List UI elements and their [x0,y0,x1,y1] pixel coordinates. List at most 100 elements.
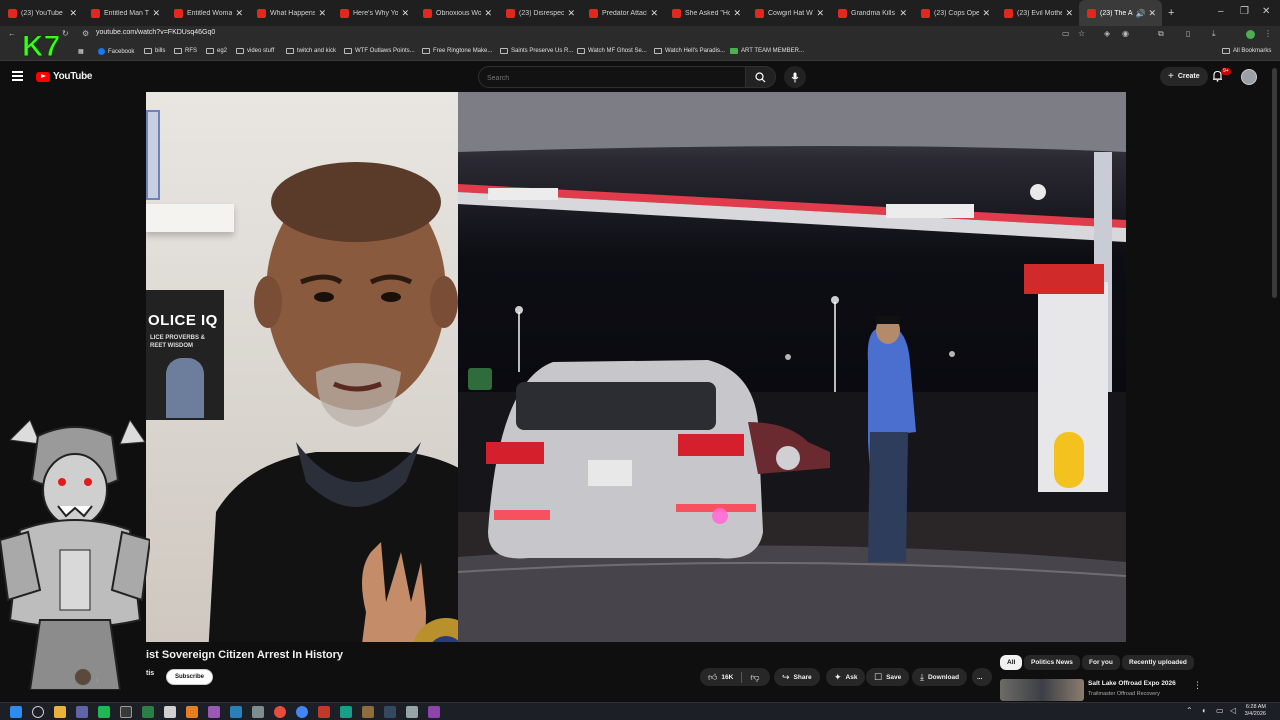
tray-chevron-icon[interactable]: ⌃ [1186,706,1193,715]
app-icon[interactable] [142,706,154,718]
chrome-icon[interactable] [296,706,308,718]
browser-tab[interactable]: Cowgirl Hat Wom✕ [747,0,830,26]
channel-avatar[interactable] [74,668,92,686]
close-tab-icon[interactable]: ✕ [733,8,741,19]
site-info-icon[interactable]: ⚙ [82,29,89,38]
browser-tab[interactable]: Obnoxious Woma✕ [415,0,498,26]
app-icon[interactable] [318,706,330,718]
close-tab-icon[interactable]: ✕ [650,8,658,19]
dislike-button[interactable]: 👎︎ [742,668,767,686]
recommendation-thumbnail[interactable] [1000,679,1084,701]
browser-tab[interactable]: (23) YouTube ✕ [0,0,83,26]
browser-tab-active[interactable]: (23) The Abs🔊✕ [1079,0,1162,26]
browser-tab[interactable]: Predator Attacks✕ [581,0,664,26]
bookmark-item[interactable]: Saints Preserve Us R... [500,48,573,54]
more-actions-button[interactable]: ... [972,668,992,686]
volume-icon[interactable]: ◁ [1230,706,1236,715]
tray-icon[interactable]: ◐ [1202,706,1207,715]
browser-tab[interactable]: What Happens W✕ [249,0,332,26]
download-button[interactable]: ⤓ Download [912,668,968,686]
extension-icon[interactable]: ◉ [1122,29,1129,38]
browser-tab[interactable]: Grandma Kills 67✕ [830,0,913,26]
app-icon[interactable] [120,706,132,718]
browser-tab[interactable]: Entitled Woman S✕ [166,0,249,26]
like-button[interactable]: 👍︎ 16K [700,668,741,686]
app-icon[interactable] [230,706,242,718]
kebab-menu-icon[interactable]: ⋮ [1264,29,1272,38]
firefox-icon[interactable] [274,706,286,718]
new-tab-button[interactable]: + [1162,0,1184,26]
close-window-icon[interactable]: ✕ [1262,6,1270,17]
back-icon[interactable]: ← [8,29,16,38]
channel-name[interactable]: tis [146,670,154,677]
app-icon[interactable] [428,706,440,718]
extension-icon[interactable]: ◈ [1104,29,1110,38]
app-icon[interactable] [384,706,396,718]
recommendation-title[interactable]: Salt Lake Offroad Expo 2026 [1088,680,1176,687]
bookmark-item[interactable]: twitch and kick [286,48,336,54]
ask-button[interactable]: ✦ Ask [826,668,866,686]
close-tab-icon[interactable]: ✕ [69,8,77,19]
minimize-icon[interactable]: – [1218,6,1224,17]
close-tab-icon[interactable]: ✕ [1065,8,1073,19]
bookmark-star-icon[interactable]: ☆ [1078,29,1085,38]
sidepanel-icon[interactable]: ▯ [1186,29,1190,38]
bookmark-item[interactable]: bills [144,48,165,54]
account-avatar[interactable] [1241,69,1257,85]
browser-tab[interactable]: Entitled Man Turns✕ [83,0,166,26]
chip-politics-news[interactable]: Politics News [1024,655,1080,670]
bookmark-item[interactable]: eg2 [206,48,227,54]
bookmark-item[interactable]: video stuff [236,48,274,54]
bookmark-item[interactable]: Free Ringtone Make... [422,48,492,54]
browser-tab[interactable]: Here's Why You D✕ [332,0,415,26]
chip-recently-uploaded[interactable]: Recently uploaded [1122,655,1194,670]
app-icon[interactable] [76,706,88,718]
close-tab-icon[interactable]: ✕ [816,8,824,19]
recommendation-channel[interactable]: Trailmaster Offroad Recovery [1088,691,1160,697]
network-icon[interactable]: ▭ [1216,706,1224,715]
search-input[interactable] [487,75,727,82]
download-icon[interactable]: ⤓ [1212,29,1216,39]
video-player[interactable]: OLICE IQ LICE PROVERBS & REET WISDOM [146,92,1126,642]
close-tab-icon[interactable]: ✕ [899,8,907,19]
bookmark-item[interactable]: Facebook [98,48,134,55]
close-tab-icon[interactable]: ✕ [982,8,990,19]
recommendation-more-icon[interactable]: ⋮ [1193,680,1202,691]
bookmark-item[interactable]: ART TEAM MEMBER... [730,48,804,54]
browser-tab[interactable]: (23) Cops Open ✕ [913,0,996,26]
settings-icon[interactable] [406,706,418,718]
app-icon[interactable] [252,706,264,718]
app-icon[interactable] [186,706,198,718]
bookmark-item[interactable]: Watch MF Ghost Se... [577,48,647,54]
browser-tab[interactable]: (23) Evil Mother ✕ [996,0,1079,26]
apps-grid-icon[interactable]: ▦ [78,48,84,55]
bookmark-item[interactable]: WTF Outlaws Points... [344,48,415,54]
search-button[interactable] [746,66,776,88]
browser-tab[interactable]: She Asked "How✕ [664,0,747,26]
maximize-icon[interactable]: ❐ [1240,6,1249,17]
close-tab-icon[interactable]: ✕ [567,8,575,19]
voice-search-button[interactable] [784,66,806,88]
app-icon[interactable] [208,706,220,718]
hamburger-menu-icon[interactable] [12,71,23,81]
speaker-icon[interactable]: 🔊 [1135,9,1145,18]
youtube-logo[interactable]: YouTube [36,71,93,82]
close-tab-icon[interactable]: ✕ [484,8,492,19]
windows-start-icon[interactable] [10,706,22,718]
app-icon[interactable] [362,706,374,718]
extensions-puzzle-icon[interactable]: ⧉ [1158,29,1164,39]
cast-icon[interactable]: ▭ [1062,29,1070,38]
app-icon[interactable] [340,706,352,718]
browser-tab[interactable]: (23) Disrespectful✕ [498,0,581,26]
profile-avatar[interactable] [1246,30,1255,39]
save-button[interactable]: ☐ Save [866,668,910,686]
file-explorer-icon[interactable] [54,706,66,718]
close-tab-icon[interactable]: ✕ [152,8,160,19]
chip-all[interactable]: All [1000,655,1023,670]
app-icon[interactable] [98,706,110,718]
taskbar-clock[interactable]: 6:28 AM 3/4/2026 [1245,704,1266,718]
subscribe-button[interactable]: Subscribe [166,669,214,685]
close-tab-icon[interactable]: ✕ [318,8,326,19]
create-button[interactable]: + Create [1160,67,1208,86]
share-button[interactable]: ↪ Share [774,668,820,686]
